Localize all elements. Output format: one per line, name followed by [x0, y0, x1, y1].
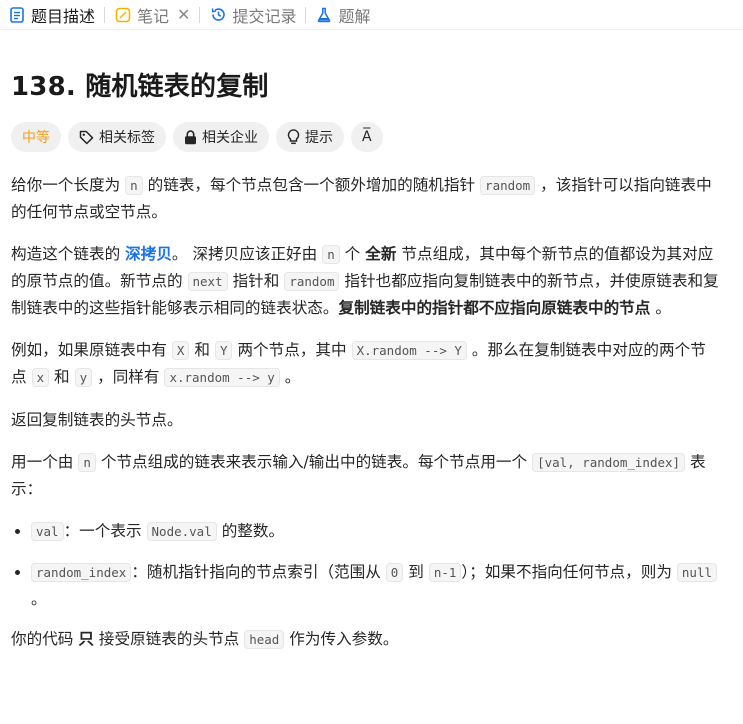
inline-code: Y — [214, 341, 233, 360]
deep-copy-link[interactable]: 深拷贝 — [125, 245, 172, 263]
text: 和 — [189, 341, 215, 359]
problem-description: 给你一个长度为 n 的链表，每个节点包含一个额外增加的随机指针 random ，… — [11, 172, 721, 669]
text: 个 — [339, 245, 366, 263]
text: 的整数。 — [216, 522, 285, 540]
difficulty-label: 中等 — [22, 130, 50, 146]
inline-code: n — [78, 453, 96, 472]
text: 例如，如果原链表中有 — [11, 341, 172, 359]
inline-code: n — [322, 245, 340, 264]
document-icon — [8, 6, 26, 24]
tab-divider — [104, 6, 106, 23]
text: 作为传入参数。 — [284, 630, 399, 648]
text: 。 — [279, 368, 301, 386]
inline-code: n — [125, 176, 143, 195]
tab-submissions[interactable]: 提交记录 — [209, 0, 296, 30]
inline-code: X — [171, 341, 190, 360]
hint-button[interactable]: 提示 — [276, 122, 344, 152]
tab-notes[interactable]: 笔记 ✕ — [114, 0, 190, 30]
tab-submissions-label: 提交记录 — [232, 6, 297, 26]
text: 。 — [650, 299, 671, 317]
inline-code: [val, random_index] — [532, 453, 686, 472]
text: 。 — [31, 590, 47, 608]
bold-text: 复制链表中的指针都不应指向原链表中的节点 — [338, 299, 651, 317]
field-list: val：一个表示 Node.val 的整数。 random_index：随机指针… — [11, 518, 721, 612]
lock-icon — [184, 129, 197, 145]
text: ：随机指针指向的节点索引（范围从 — [131, 563, 386, 581]
inline-code: next — [187, 272, 228, 291]
tab-bar: 题目描述 笔记 ✕ 提交记录 题解 — [0, 0, 743, 30]
text: ：一个表示 — [63, 522, 147, 540]
tab-notes-label: 笔记 — [137, 6, 170, 26]
inline-code: random_index — [31, 563, 132, 582]
difficulty-badge: 中等 — [11, 122, 61, 152]
inline-code: x.random --> y — [164, 368, 280, 387]
bold-text: 只 — [78, 630, 94, 648]
inline-code: x — [31, 368, 50, 387]
inline-code: null — [676, 563, 717, 582]
paragraph: 构造这个链表的 深拷贝。 深拷贝应该正好由 n 个 全新 节点组成，其中每个新节… — [11, 241, 721, 321]
tab-solutions-label: 题解 — [338, 6, 371, 26]
tab-divider — [199, 6, 201, 23]
text: ）；如果不指向任何节点，则为 — [461, 563, 677, 581]
related-companies-label: 相关企业 — [202, 130, 258, 146]
hint-label: 提示 — [305, 130, 333, 146]
inline-code: random — [284, 272, 340, 291]
text: 到 — [403, 563, 429, 581]
tag-row: 中等 相关标签 相关企业 提示 A̅ — [11, 122, 383, 152]
history-icon — [209, 6, 227, 24]
inline-code: Node.val — [146, 522, 217, 541]
translate-button[interactable]: A̅ — [351, 122, 383, 152]
related-tags-label: 相关标签 — [99, 130, 155, 146]
inline-code: val — [31, 522, 64, 541]
text: 个节点组成的链表来表示输入/输出中的链表。每个节点用一个 — [95, 453, 533, 471]
tab-solutions[interactable]: 题解 — [315, 0, 370, 30]
paragraph: 返回复制链表的头节点。 — [11, 407, 721, 433]
list-item: val：一个表示 Node.val 的整数。 — [31, 518, 721, 545]
inline-code: n-1 — [428, 563, 462, 582]
text: 返回复制链表的头节点。 — [11, 411, 183, 429]
text: 的链表，每个节点包含一个额外增加的随机指针 — [142, 176, 481, 194]
problem-title: 138. 随机链表的复制 — [11, 72, 269, 102]
text: 你的代码 — [11, 630, 79, 648]
translate-icon: A̅ — [362, 129, 372, 145]
text: 用一个由 — [11, 453, 79, 471]
paragraph: 你的代码 只 接受原链表的头节点 head 作为传入参数。 — [11, 626, 721, 653]
inline-code: random — [480, 176, 536, 195]
text: 两个节点，其中 — [232, 341, 352, 359]
text: 给你一个长度为 — [11, 176, 126, 194]
list-item: random_index：随机指针指向的节点索引（范围从 0 到 n-1）；如果… — [31, 559, 721, 612]
paragraph: 例如，如果原链表中有 X 和 Y 两个节点，其中 X.random --> Y … — [11, 337, 721, 391]
tab-divider — [305, 6, 307, 23]
inline-code: head — [244, 630, 285, 649]
note-icon — [114, 6, 132, 24]
lightbulb-icon — [287, 129, 300, 145]
inline-code: y — [74, 368, 93, 387]
bold-text: 全新 — [365, 245, 397, 263]
close-icon[interactable]: ✕ — [177, 5, 190, 24]
text: 构造这个链表的 — [11, 245, 126, 263]
inline-code: X.random --> Y — [351, 341, 467, 360]
text: ，同样有 — [92, 368, 165, 386]
related-tags-button[interactable]: 相关标签 — [68, 122, 166, 152]
text: 指针和 — [227, 272, 285, 290]
paragraph: 用一个由 n 个节点组成的链表来表示输入/输出中的链表。每个节点用一个 [val… — [11, 449, 721, 502]
paragraph: 给你一个长度为 n 的链表，每个节点包含一个额外增加的随机指针 random ，… — [11, 172, 721, 225]
flask-icon — [315, 6, 333, 24]
text: 和 — [49, 368, 75, 386]
text: 。 深拷贝应该正好由 — [171, 245, 323, 263]
inline-code: 0 — [385, 563, 404, 582]
related-companies-button[interactable]: 相关企业 — [173, 122, 269, 152]
tab-description[interactable]: 题目描述 — [8, 0, 95, 30]
tab-description-label: 题目描述 — [31, 6, 96, 26]
tag-icon — [79, 130, 94, 145]
text: 接受原链表的头节点 — [93, 630, 245, 648]
